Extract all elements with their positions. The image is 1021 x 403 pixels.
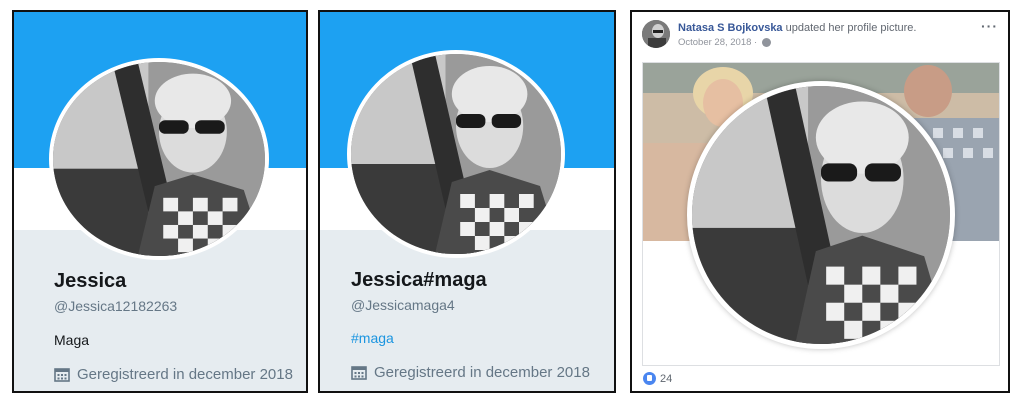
- joined-label: Geregistreerd in december 2018: [374, 364, 590, 381]
- author-name[interactable]: Natasa S Bojkovska: [678, 22, 783, 34]
- profile-bio-hashtag[interactable]: #maga: [351, 330, 394, 346]
- profile-avatar[interactable]: [49, 58, 269, 260]
- profile-handle[interactable]: @Jessicamaga4: [351, 297, 455, 313]
- profile-name: Jessica#maga: [351, 269, 487, 291]
- calendar-icon: [351, 365, 367, 380]
- profile-joined-date: Geregistreerd in december 2018: [54, 366, 293, 383]
- profile-bio: Maga: [54, 332, 90, 348]
- twitter-profile-card-1: Jessica @Jessica12182263 Maga Geregistre…: [12, 10, 308, 393]
- post-action-text: updated her profile picture.: [782, 22, 917, 34]
- more-options-icon[interactable]: ···: [981, 18, 998, 34]
- twitter-profile-card-2: Jessica#maga @Jessicamaga4 #maga Geregis…: [318, 10, 616, 393]
- post-title: Natasa S Bojkovska updated her profile p…: [678, 22, 916, 34]
- globe-icon[interactable]: [762, 38, 772, 47]
- profile-joined-date: Geregistreerd in december 2018: [351, 364, 590, 381]
- profile-name: Jessica: [54, 270, 127, 292]
- reaction-count: 24: [660, 372, 673, 385]
- post-header: Natasa S Bojkovska updated her profile p…: [642, 18, 998, 56]
- avatar-photo: [351, 54, 561, 254]
- post-photo[interactable]: [642, 62, 1000, 366]
- profile-avatar[interactable]: [347, 50, 565, 258]
- post-meta: October 28, 2018 ·: [678, 37, 772, 48]
- facebook-post-card: Natasa S Bojkovska updated her profile p…: [630, 10, 1010, 393]
- profile-picture-overlay[interactable]: [687, 81, 955, 349]
- author-avatar[interactable]: [642, 20, 670, 48]
- reactions-bar[interactable]: 24: [643, 372, 672, 385]
- avatar-photo: [692, 86, 950, 344]
- joined-label: Geregistreerd in december 2018: [77, 366, 293, 383]
- profile-handle[interactable]: @Jessica12182263: [54, 298, 177, 314]
- post-date[interactable]: October 28, 2018 ·: [678, 37, 757, 48]
- avatar-photo: [53, 62, 265, 256]
- calendar-icon: [54, 367, 70, 382]
- like-icon: [643, 372, 656, 385]
